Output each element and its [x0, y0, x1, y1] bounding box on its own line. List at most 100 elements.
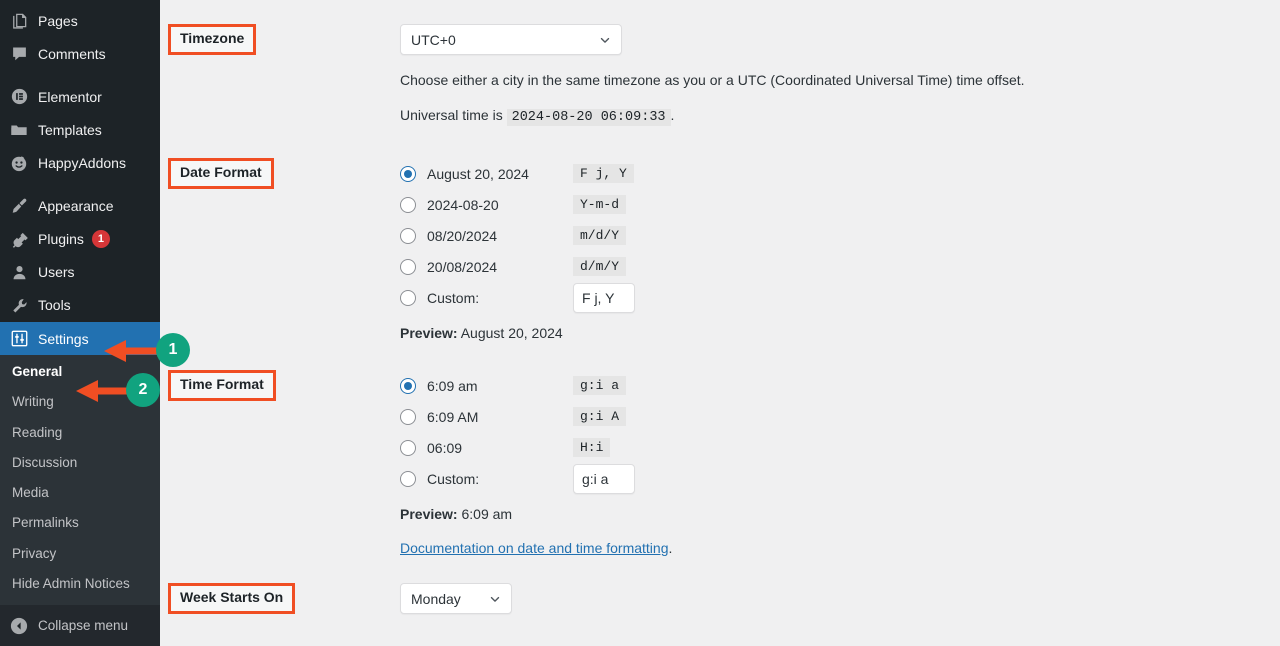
sidebar-item-label: Pages: [38, 12, 78, 29]
pages-icon: [9, 11, 29, 31]
sidebar-item-tools[interactable]: Tools: [0, 289, 160, 322]
time-format-preview-value: 6:09 am: [461, 506, 513, 522]
date-format-custom-row[interactable]: Custom:: [400, 282, 1280, 313]
sidebar-item-label: Plugins: [38, 231, 84, 248]
time-format-option-code: g:i A: [573, 407, 627, 426]
week-starts-on-select-wrap[interactable]: Monday: [400, 583, 512, 614]
sidebar-item-discussion[interactable]: Discussion: [0, 448, 160, 478]
sidebar-item-label: Comments: [38, 45, 106, 62]
date-format-preview-label: Preview:: [400, 325, 458, 341]
time-format-label: Time Format: [168, 370, 276, 401]
date-format-option[interactable]: 08/20/2024 m/d/Y: [400, 220, 1280, 251]
timezone-label: Timezone: [168, 24, 257, 55]
annotation-badge-2: 2: [126, 373, 160, 407]
time-format-body: 6:09 am g:i a 6:09 AM g:i A 06:09 H:i Cu…: [400, 370, 1280, 556]
time-format-option-code: g:i a: [573, 376, 627, 395]
sidebar-item-label: Settings: [38, 330, 89, 347]
admin-sidebar: Pages Comments Elementor Templates Happy…: [0, 0, 160, 646]
time-format-custom-label: Custom:: [427, 470, 480, 487]
week-starts-on-body: Monday: [400, 583, 1280, 614]
date-format-label: Date Format: [168, 158, 274, 189]
week-starts-on-row: Week Starts On Monday: [160, 583, 1280, 614]
week-starts-on-label: Week Starts On: [168, 583, 296, 614]
week-starts-on-select[interactable]: Monday: [400, 583, 512, 614]
documentation-line: Documentation on date and time formattin…: [400, 540, 1280, 556]
sidebar-item-label: Templates: [38, 121, 102, 138]
sidebar-divider-2: [0, 180, 160, 190]
date-format-option-text: 08/20/2024: [427, 227, 498, 244]
tools-wrench-icon: [9, 295, 29, 315]
sidebar-item-appearance[interactable]: Appearance: [0, 189, 160, 222]
plugins-plug-icon: [9, 229, 29, 249]
sidebar-item-templates[interactable]: Templates: [0, 113, 160, 146]
radio-button[interactable]: [400, 470, 416, 487]
time-format-custom-input[interactable]: [573, 463, 635, 494]
sidebar-item-privacy[interactable]: Privacy: [0, 539, 160, 569]
annotation-badge-2-number: 2: [138, 381, 148, 398]
date-format-option-code: m/d/Y: [573, 226, 627, 245]
sidebar-item-pages[interactable]: Pages: [0, 4, 160, 37]
collapse-menu-button[interactable]: Collapse menu: [0, 605, 160, 646]
date-format-row: Date Format August 20, 2024 F j, Y 2024-…: [160, 158, 1280, 341]
settings-sliders-icon: [9, 329, 29, 349]
timezone-select-wrap[interactable]: UTC+0: [400, 24, 622, 55]
time-format-option-code: H:i: [573, 438, 611, 457]
universal-time-line: Universal time is 2024-08-20 06:09:33.: [400, 105, 1280, 128]
date-format-body: August 20, 2024 F j, Y 2024-08-20 Y-m-d …: [400, 158, 1280, 341]
sidebar-item-media[interactable]: Media: [0, 478, 160, 508]
sidebar-item-reading[interactable]: Reading: [0, 418, 160, 448]
collapse-menu-label: Collapse menu: [38, 618, 129, 633]
radio-button[interactable]: [400, 165, 416, 182]
date-format-custom-input[interactable]: [573, 282, 635, 313]
documentation-trailing: .: [668, 540, 673, 556]
timezone-select[interactable]: UTC+0: [400, 24, 622, 55]
happyaddons-smiley-icon: [9, 153, 29, 173]
universal-time-value: 2024-08-20 06:09:33: [506, 109, 671, 126]
sidebar-item-plugins[interactable]: Plugins 1: [0, 223, 160, 256]
settings-general-content: Timezone UTC+0 Choose either a city in t…: [160, 0, 1280, 646]
templates-folder-icon: [9, 120, 29, 140]
time-format-preview-label: Preview:: [400, 506, 458, 522]
appearance-brush-icon: [9, 196, 29, 216]
radio-button[interactable]: [400, 439, 416, 456]
plugins-update-badge: 1: [91, 230, 110, 249]
date-format-label-cell: Date Format: [160, 158, 400, 341]
time-format-option-text: 06:09: [427, 439, 463, 456]
elementor-icon: [9, 87, 29, 107]
sidebar-item-label: Users: [38, 264, 75, 281]
sidebar-item-elementor[interactable]: Elementor: [0, 80, 160, 113]
annotation-badge-1: 1: [156, 333, 190, 367]
sidebar-item-hide-admin-notices[interactable]: Hide Admin Notices: [0, 569, 160, 599]
documentation-link[interactable]: Documentation on date and time formattin…: [400, 540, 669, 556]
radio-button[interactable]: [400, 227, 416, 244]
time-format-option[interactable]: 06:09 H:i: [400, 432, 1280, 463]
time-format-option[interactable]: 6:09 am g:i a: [400, 370, 1280, 401]
date-format-option-text: 2024-08-20: [427, 196, 499, 213]
date-format-option[interactable]: August 20, 2024 F j, Y: [400, 158, 1280, 189]
time-format-option[interactable]: 6:09 AM g:i A: [400, 401, 1280, 432]
date-format-option[interactable]: 2024-08-20 Y-m-d: [400, 189, 1280, 220]
sidebar-item-permalinks[interactable]: Permalinks: [0, 508, 160, 538]
sidebar-item-comments[interactable]: Comments: [0, 37, 160, 70]
timezone-row: Timezone UTC+0 Choose either a city in t…: [160, 24, 1280, 128]
time-format-preview: Preview: 6:09 am: [400, 506, 1280, 522]
users-icon: [9, 262, 29, 282]
sidebar-item-happyaddons[interactable]: HappyAddons: [0, 146, 160, 179]
time-format-custom-row[interactable]: Custom:: [400, 463, 1280, 494]
time-format-row: Time Format 6:09 am g:i a 6:09 AM g:i A …: [160, 370, 1280, 556]
radio-button[interactable]: [400, 258, 416, 275]
date-format-option[interactable]: 20/08/2024 d/m/Y: [400, 251, 1280, 282]
radio-button[interactable]: [400, 408, 416, 425]
date-format-option-text: 20/08/2024: [427, 258, 498, 275]
radio-button[interactable]: [400, 196, 416, 213]
sidebar-item-users[interactable]: Users: [0, 256, 160, 289]
sidebar-item-label: Elementor: [38, 88, 102, 105]
collapse-left-arrow-icon: [9, 616, 29, 636]
date-format-custom-label: Custom:: [427, 289, 480, 306]
time-format-option-text: 6:09 am: [427, 377, 478, 394]
sidebar-item-label: HappyAddons: [38, 155, 126, 172]
radio-button[interactable]: [400, 289, 416, 306]
radio-button[interactable]: [400, 377, 416, 394]
sidebar-item-label: Tools: [38, 297, 71, 314]
sidebar-divider-1: [0, 70, 160, 80]
